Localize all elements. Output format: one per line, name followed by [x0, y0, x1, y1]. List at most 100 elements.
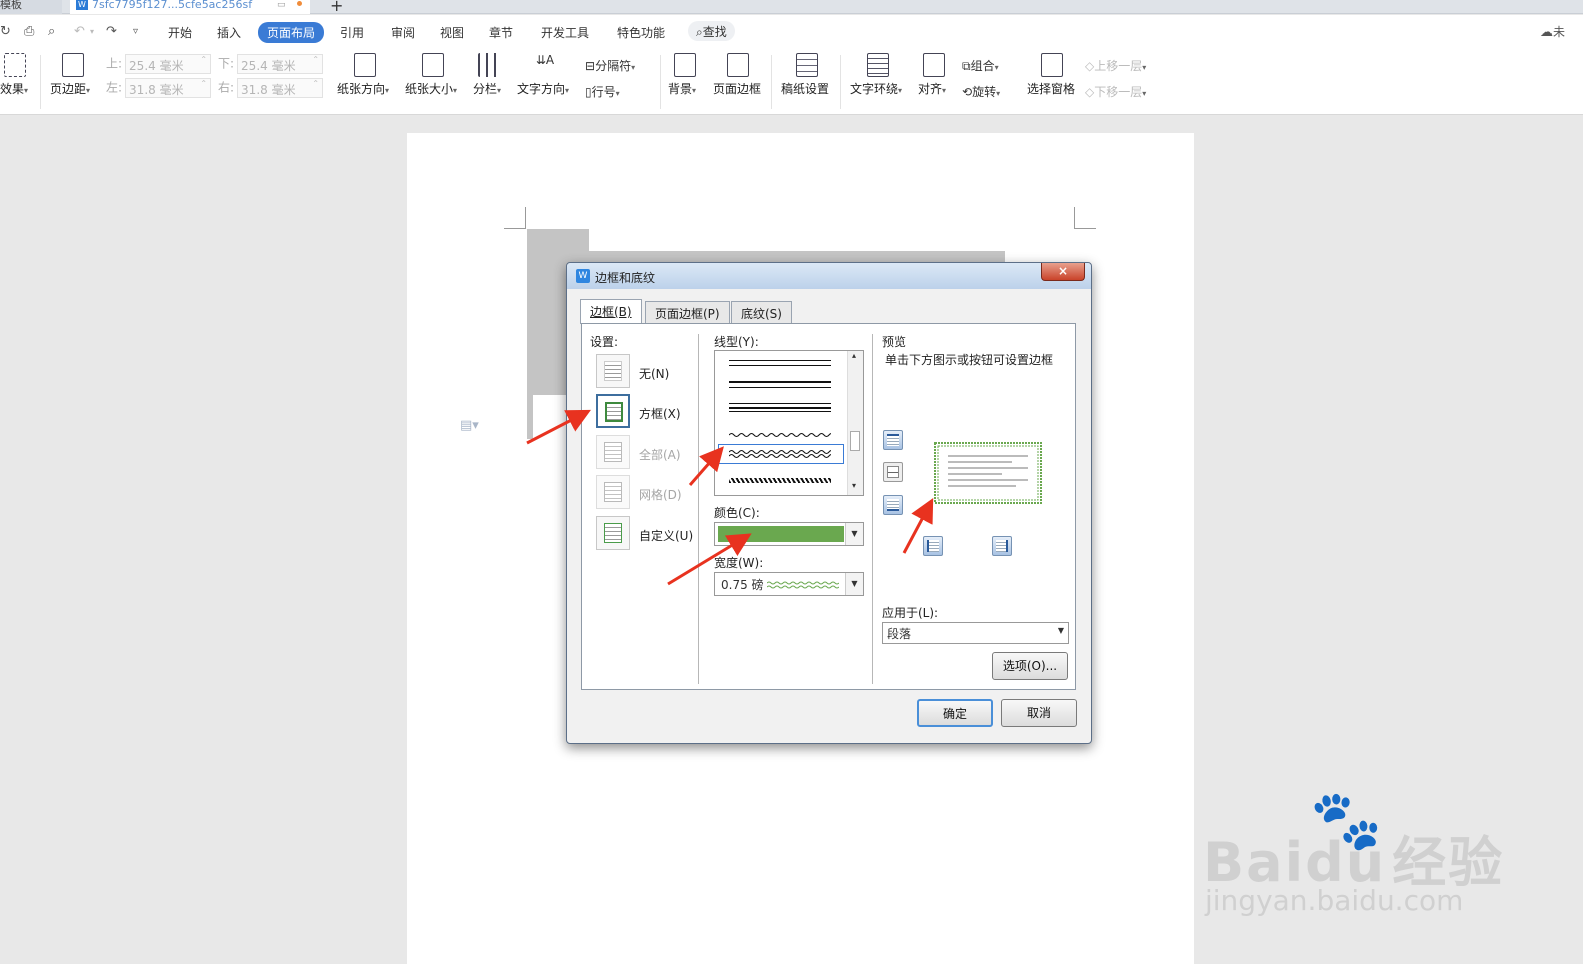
inside-horizontal-button[interactable]: [883, 462, 903, 482]
linestyle-list[interactable]: ▴ ▾: [714, 350, 864, 496]
top-margin-input[interactable]: 25.4 毫米: [125, 54, 212, 74]
scroll-down-icon[interactable]: ▾: [852, 481, 856, 490]
linestyle-option[interactable]: [729, 478, 831, 483]
margins-button[interactable]: 页边距▾: [50, 53, 96, 96]
text-direction-button[interactable]: ⇊A 文字方向▾: [517, 53, 573, 96]
tab-document[interactable]: W 7sfc7795f127...5cfe5ac256sf ▭: [70, 0, 310, 14]
menu-special[interactable]: 特色功能: [617, 24, 665, 41]
columns-label: 分栏: [473, 82, 498, 96]
color-select[interactable]: ▼: [714, 522, 864, 546]
paper-size-label: 纸张大小: [405, 82, 454, 96]
redo-icon[interactable]: ↻: [0, 24, 11, 39]
setting-none-label[interactable]: 无(N): [639, 365, 669, 382]
color-dropdown-icon[interactable]: ▼: [845, 523, 863, 545]
top-margin-field[interactable]: 上: 25.4 毫米: [106, 54, 212, 74]
wrap-text-button[interactable]: 文字环绕▾: [850, 53, 906, 96]
menu-references[interactable]: 引用: [340, 24, 364, 41]
setting-all-icon[interactable]: [596, 435, 630, 469]
left-margin-field[interactable]: 左: 31.8 毫米: [106, 78, 212, 98]
search-box[interactable]: ⌕查找: [688, 21, 735, 41]
linestyle-scrollbar[interactable]: ▴ ▾: [847, 351, 863, 495]
separator-button[interactable]: ⊟分隔符▾: [585, 57, 635, 74]
linestyle-option[interactable]: [729, 360, 831, 366]
menu-review[interactable]: 审阅: [391, 24, 415, 41]
scroll-up-icon[interactable]: ▴: [852, 351, 856, 360]
tab-page-border[interactable]: 页面边框(P): [645, 301, 730, 323]
setting-all-label[interactable]: 全部(A): [639, 446, 681, 463]
paper-size-button[interactable]: 纸张大小▾: [405, 53, 461, 96]
redo-arrow-icon[interactable]: ↷: [106, 24, 117, 39]
background-button[interactable]: 背景▾: [668, 53, 702, 96]
columns-button[interactable]: 分栏▾: [473, 53, 505, 96]
tab-template[interactable]: 模板: [0, 0, 62, 14]
options-button[interactable]: 选项(O)...: [992, 652, 1068, 680]
setting-custom-label[interactable]: 自定义(U): [639, 527, 693, 544]
monitor-icon[interactable]: ▭: [277, 0, 286, 10]
setting-custom-icon[interactable]: [596, 516, 630, 550]
setting-box-icon[interactable]: [596, 394, 630, 428]
print-icon[interactable]: ⎙: [24, 24, 34, 39]
bring-forward-button[interactable]: ◇上移一层▾: [1085, 57, 1146, 74]
right-margin-input[interactable]: 31.8 毫米: [237, 78, 324, 98]
group-icon: ⧉: [962, 59, 971, 73]
orientation-button[interactable]: 纸张方向▾: [337, 53, 393, 96]
width-label: 宽度(W):: [714, 556, 764, 570]
manuscript-button[interactable]: 稿纸设置: [781, 53, 833, 96]
unsaved-dot-icon: [297, 1, 302, 6]
top-border-icon: [887, 434, 899, 446]
linestyle-selected[interactable]: [718, 444, 844, 464]
left-border-button[interactable]: [923, 536, 943, 556]
page-border-button[interactable]: 页面边框: [713, 53, 763, 96]
dialog-titlebar[interactable]: W 边框和底纹 ×: [567, 263, 1091, 289]
dialog-close-button[interactable]: ×: [1041, 263, 1085, 281]
cloud-label: 未: [1553, 25, 1566, 39]
menu-view[interactable]: 视图: [440, 24, 464, 41]
tab-shading[interactable]: 底纹(S): [731, 301, 792, 323]
menu-developer[interactable]: 开发工具: [541, 24, 589, 41]
apply-to-select[interactable]: 段落 ▼: [882, 622, 1069, 644]
bottom-border-button[interactable]: [883, 495, 903, 515]
setting-grid-label[interactable]: 网格(D): [639, 486, 682, 503]
send-backward-button[interactable]: ◇下移一层▾: [1085, 83, 1146, 100]
customize-dropdown-icon[interactable]: ▿: [133, 26, 138, 37]
ok-button[interactable]: 确定: [917, 699, 993, 727]
linestyle-option[interactable]: [729, 403, 831, 412]
scroll-thumb[interactable]: [850, 431, 860, 451]
paragraph-layout-icon[interactable]: ▤▾: [460, 418, 479, 433]
tab-borders[interactable]: 边框(B): [580, 299, 642, 324]
setting-none-icon[interactable]: [596, 354, 630, 388]
setting-box-label[interactable]: 方框(X): [639, 405, 681, 422]
right-margin-field[interactable]: 右: 31.8 毫米: [218, 78, 324, 98]
undo-dropdown-icon[interactable]: ▾: [90, 27, 94, 36]
cancel-button[interactable]: 取消: [1001, 699, 1077, 727]
apply-to-dropdown-icon[interactable]: ▼: [1058, 626, 1064, 635]
left-margin-input[interactable]: 31.8 毫米: [125, 78, 212, 98]
group-button[interactable]: ⧉组合▾: [962, 57, 999, 74]
tab-shading-label: 底纹(S): [741, 307, 782, 321]
width-dropdown-icon[interactable]: ▼: [845, 573, 863, 595]
right-border-button[interactable]: [992, 536, 1012, 556]
effects-button[interactable]: 效果▾: [0, 53, 30, 96]
undo-icon[interactable]: ↶: [74, 24, 85, 39]
bottom-margin-field[interactable]: 下: 25.4 毫米: [218, 54, 324, 74]
setting-grid-icon[interactable]: [596, 475, 630, 509]
line-number-button[interactable]: ▯行号▾: [585, 83, 620, 100]
preview-area[interactable]: [932, 440, 1044, 506]
menu-page-layout[interactable]: 页面布局: [258, 22, 325, 43]
borders-shading-dialog: W 边框和底纹 × 边框(B) 页面边框(P) 底纹(S) 设置: 无(N) 方…: [566, 262, 1092, 744]
linestyle-option[interactable]: [729, 381, 831, 388]
tab-page-border-label: 页面边框(P): [655, 307, 720, 321]
menu-start[interactable]: 开始: [168, 24, 192, 41]
new-tab-button[interactable]: +: [330, 0, 343, 15]
print-preview-icon[interactable]: ⌕: [48, 24, 55, 39]
rotate-button[interactable]: ⟲旋转▾: [962, 83, 1000, 100]
top-border-button[interactable]: [883, 430, 903, 450]
cloud-sync-icon[interactable]: ☁未: [1540, 23, 1565, 40]
selection-pane-button[interactable]: 选择窗格: [1027, 53, 1077, 96]
width-select[interactable]: 0.75 磅 ▼: [714, 572, 864, 596]
linestyle-wavy[interactable]: [728, 427, 835, 437]
bottom-margin-input[interactable]: 25.4 毫米: [237, 54, 324, 74]
menu-insert[interactable]: 插入: [217, 24, 241, 41]
menu-sections[interactable]: 章节: [489, 24, 513, 41]
align-button[interactable]: 对齐▾: [918, 53, 950, 96]
